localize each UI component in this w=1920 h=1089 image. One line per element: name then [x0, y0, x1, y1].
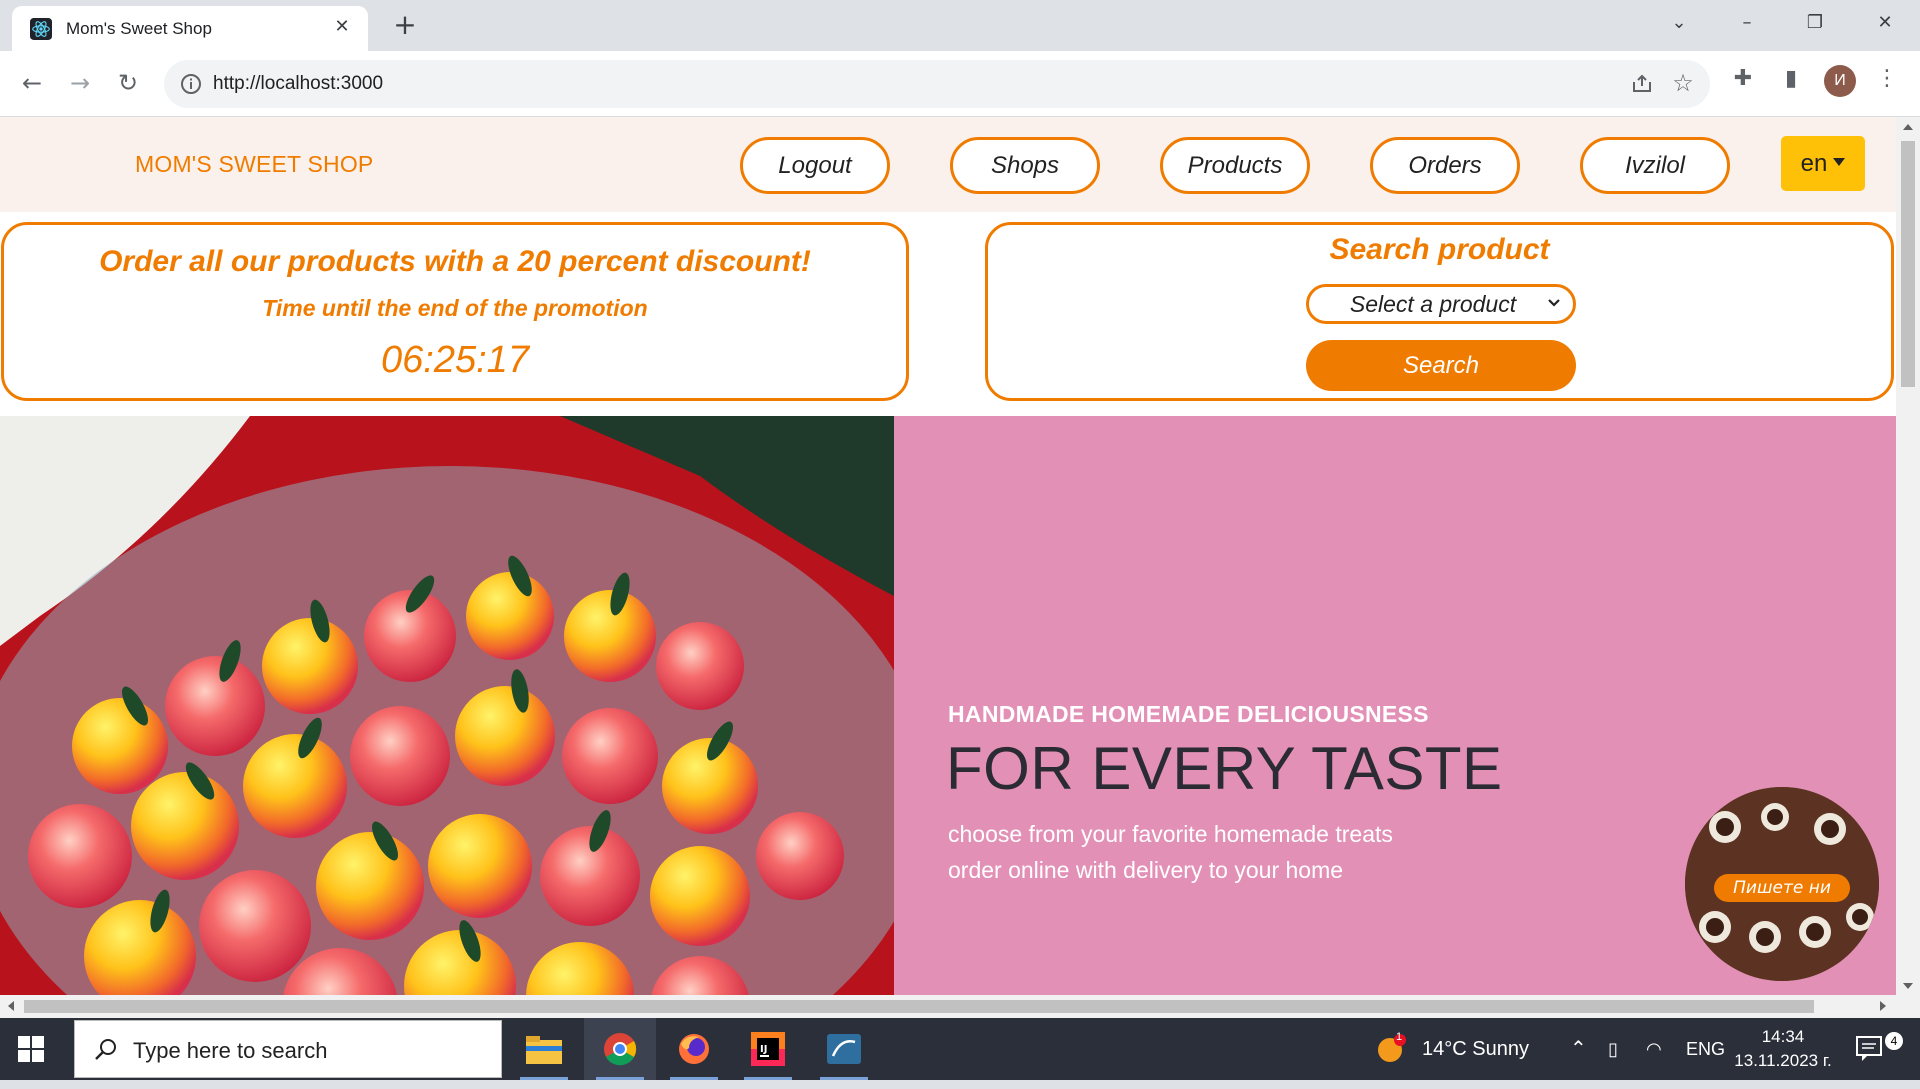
- hero-title: FOR EVERY TASTE: [946, 735, 1503, 802]
- bookmark-star-icon[interactable]: ☆: [1668, 68, 1698, 98]
- promo-card: Order all our products with a 20 percent…: [1, 222, 909, 401]
- scroll-right-arrow-icon[interactable]: [1880, 1001, 1886, 1011]
- hero-image-marzipan-peaches: [0, 416, 894, 1018]
- restore-button[interactable]: ❐: [1792, 8, 1838, 38]
- vertical-scrollbar[interactable]: [1896, 117, 1920, 1018]
- scroll-left-arrow-icon[interactable]: [8, 1001, 14, 1011]
- back-button[interactable]: ←: [14, 65, 50, 101]
- browser-toolbar: ← → ↻ http://localhost:3000 ☆ ✚ ▮ ⋮: [0, 51, 1920, 117]
- search-icon: [95, 1039, 116, 1060]
- promo-headline: Order all our products with a 20 percent…: [99, 245, 811, 278]
- intellij-icon[interactable]: IJ: [732, 1018, 804, 1080]
- scroll-down-arrow-icon[interactable]: [1903, 983, 1913, 989]
- react-icon: [30, 18, 52, 40]
- chat-label: Пишете ни: [1714, 874, 1850, 902]
- search-card: Search product Select a product Search: [985, 222, 1894, 401]
- hero-kicker: HANDMADE HOMEMADE DELICIOUSNESS: [948, 701, 1429, 727]
- extensions-icon[interactable]: ✚: [1728, 66, 1758, 96]
- tab-search-chevron-icon[interactable]: ⌄: [1656, 8, 1702, 38]
- nav-logout-button[interactable]: Logout: [740, 137, 890, 194]
- windows-start-icon[interactable]: [18, 1036, 44, 1062]
- notifications-count-badge: 4: [1885, 1032, 1903, 1050]
- new-tab-button[interactable]: +: [390, 10, 420, 40]
- show-hidden-icons-chevron-icon[interactable]: ⌃: [1570, 1018, 1587, 1080]
- svg-text:IJ: IJ: [760, 1044, 767, 1055]
- device-icon[interactable]: ▯: [1608, 1018, 1618, 1080]
- marzipan-peaches-illustration: [0, 416, 894, 1018]
- profile-avatar[interactable]: И: [1824, 65, 1856, 97]
- chrome-menu-icon[interactable]: ⋮: [1872, 66, 1902, 96]
- input-language[interactable]: ENG: [1686, 1018, 1725, 1080]
- search-heading: Search product: [1329, 233, 1550, 266]
- nav-products-button[interactable]: Products: [1160, 137, 1310, 194]
- horizontal-scrollbar[interactable]: [0, 995, 1896, 1018]
- product-select[interactable]: Select a product: [1306, 284, 1576, 324]
- page-viewport: MOM'S SWEET SHOP Logout Shops Products O…: [0, 117, 1920, 1018]
- promo-subtitle: Time until the end of the promotion: [262, 295, 648, 321]
- clock-time: 14:34: [1761, 1027, 1805, 1046]
- windows-taskbar: Type here to search IJ 1 14°C Sunny ⌃ ▯ …: [0, 1018, 1920, 1080]
- minimize-button[interactable]: –: [1724, 8, 1770, 38]
- language-dropdown[interactable]: en: [1781, 136, 1865, 191]
- site-brand[interactable]: MOM'S SWEET SHOP: [135, 151, 373, 178]
- site-info-icon[interactable]: [180, 73, 202, 95]
- tab-close-icon[interactable]: ✕: [330, 15, 354, 39]
- forward-button[interactable]: →: [62, 65, 98, 101]
- language-label: en: [1800, 150, 1828, 177]
- nav-shops-button[interactable]: Shops: [950, 137, 1100, 194]
- taskbar-search-box[interactable]: Type here to search: [74, 1020, 502, 1078]
- chat-widget-button[interactable]: Пишете ни: [1685, 787, 1879, 981]
- file-explorer-icon[interactable]: [508, 1018, 580, 1080]
- wifi-icon[interactable]: ◠: [1646, 1018, 1662, 1080]
- horizontal-scroll-thumb[interactable]: [24, 1000, 1814, 1013]
- nav-orders-button[interactable]: Orders: [1370, 137, 1520, 194]
- caret-down-icon: [1833, 157, 1846, 166]
- weather-text[interactable]: 14°C Sunny: [1422, 1018, 1529, 1080]
- close-window-button[interactable]: ✕: [1862, 8, 1908, 38]
- side-panel-icon[interactable]: ▮: [1776, 66, 1806, 96]
- browser-tab[interactable]: Mom's Sweet Shop ✕: [12, 6, 368, 51]
- weather-icon[interactable]: [1376, 1018, 1410, 1080]
- reload-button[interactable]: ↻: [110, 65, 146, 101]
- search-button[interactable]: Search: [1306, 340, 1576, 391]
- address-bar[interactable]: http://localhost:3000 ☆: [164, 60, 1710, 108]
- clock-date: 13.11.2023 г.: [1734, 1051, 1832, 1070]
- clock[interactable]: 14:34 13.11.2023 г.: [1730, 1018, 1836, 1080]
- product-select-value: Select a product: [1349, 291, 1517, 317]
- mysql-workbench-icon[interactable]: [808, 1018, 880, 1080]
- share-icon[interactable]: [1630, 72, 1654, 96]
- promo-countdown: 06:25:17: [381, 339, 529, 381]
- site-navbar: MOM'S SWEET SHOP Logout Shops Products O…: [0, 117, 1896, 212]
- taskbar-search-placeholder: Type here to search: [133, 1038, 328, 1063]
- tab-title: Mom's Sweet Shop: [66, 19, 212, 38]
- scroll-up-arrow-icon[interactable]: [1903, 124, 1913, 130]
- hero-section: HANDMADE HOMEMADE DELICIOUSNESS FOR EVER…: [0, 416, 1896, 1018]
- url-text[interactable]: http://localhost:3000: [213, 73, 383, 95]
- hero-line-2: order online with delivery to your home: [948, 857, 1344, 883]
- firefox-icon[interactable]: [658, 1018, 730, 1080]
- hero-line-1: choose from your favorite homemade treat…: [948, 821, 1393, 847]
- weather-badge: 1: [1396, 1031, 1403, 1043]
- browser-tab-strip: Mom's Sweet Shop ✕ + ⌄ – ❐ ✕: [0, 0, 1920, 51]
- chevron-down-icon: [1548, 299, 1560, 307]
- nav-user-button[interactable]: Ivzilol: [1580, 137, 1730, 194]
- vertical-scroll-thumb[interactable]: [1901, 141, 1915, 387]
- chrome-icon[interactable]: [584, 1018, 656, 1080]
